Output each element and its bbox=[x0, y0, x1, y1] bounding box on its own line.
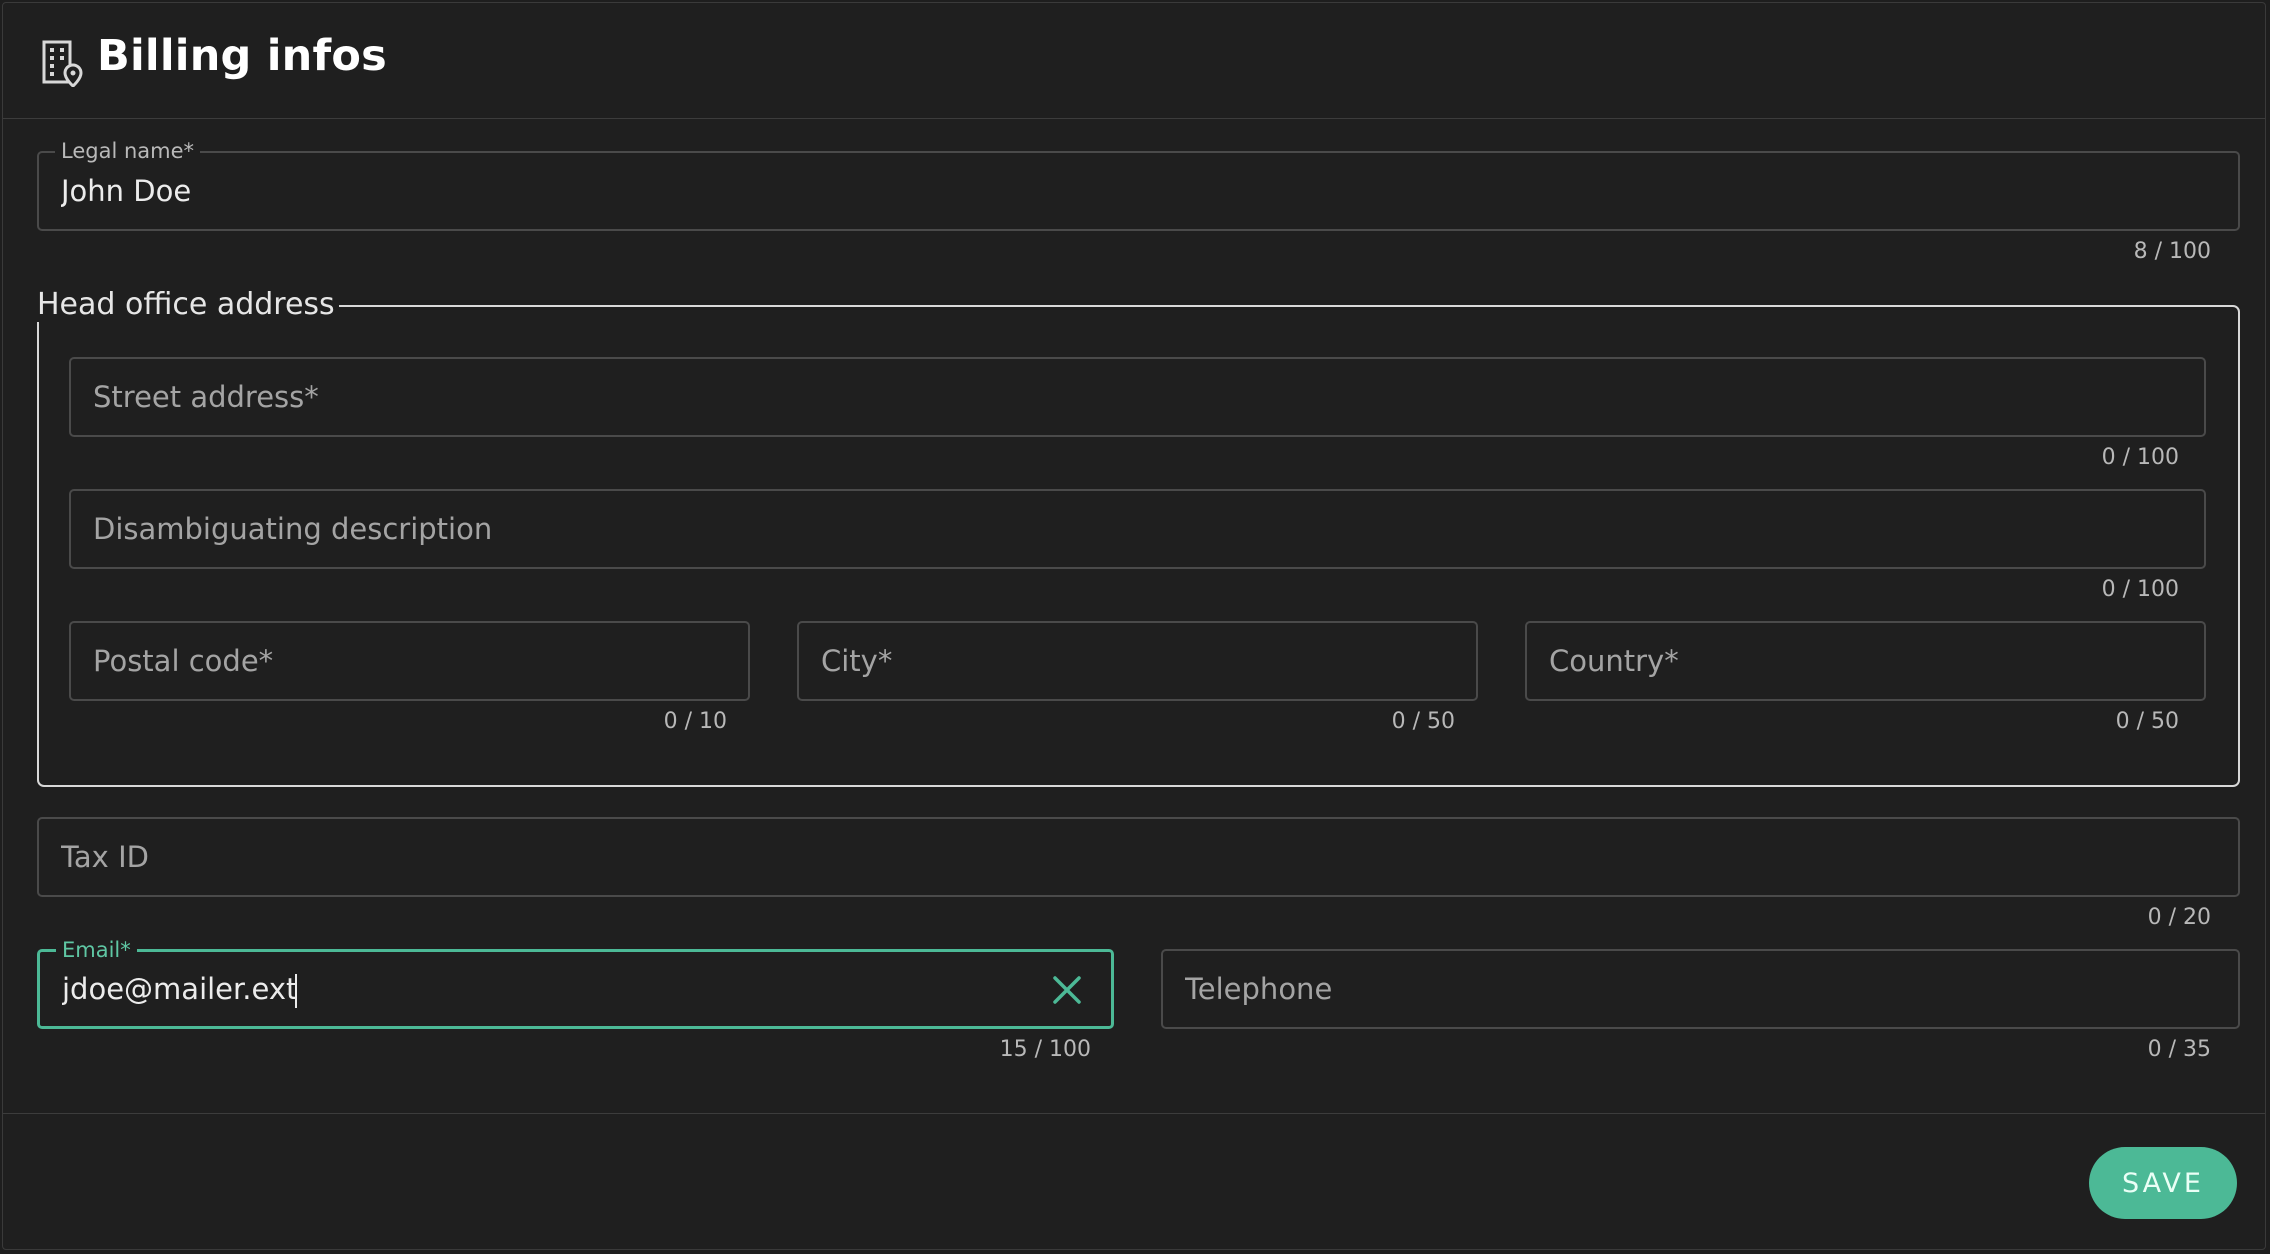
city-field[interactable] bbox=[797, 621, 1478, 701]
head-office-address-legend: Head office address bbox=[33, 288, 339, 322]
close-icon[interactable] bbox=[1049, 972, 1085, 1008]
tax-id-input[interactable] bbox=[61, 819, 2216, 895]
country-field[interactable] bbox=[1525, 621, 2206, 701]
country-counter: 0 / 50 bbox=[2115, 709, 2179, 734]
tax-id-counter: 0 / 20 bbox=[2147, 905, 2211, 930]
email-input[interactable] bbox=[62, 952, 1089, 1026]
page-title: Billing infos bbox=[97, 31, 387, 81]
street-address-input[interactable] bbox=[93, 359, 2182, 435]
disambiguating-description-input[interactable] bbox=[93, 491, 2182, 567]
email-field[interactable]: Email* bbox=[37, 937, 1114, 1029]
postal-code-field[interactable] bbox=[69, 621, 750, 701]
email-counter: 15 / 100 bbox=[999, 1037, 1091, 1062]
street-address-field[interactable] bbox=[69, 357, 2206, 437]
city-input[interactable] bbox=[821, 623, 1454, 699]
disambiguating-description-counter: 0 / 100 bbox=[2101, 577, 2179, 602]
postal-code-counter: 0 / 10 bbox=[663, 709, 727, 734]
legal-name-input[interactable] bbox=[61, 153, 2216, 229]
telephone-counter: 0 / 35 bbox=[2147, 1037, 2211, 1062]
country-input[interactable] bbox=[1549, 623, 2182, 699]
card-header: Billing infos bbox=[3, 3, 2265, 119]
legal-name-field[interactable]: Legal name* bbox=[37, 138, 2240, 231]
billing-card: Billing infos Legal name* 8 / 100 Head o… bbox=[2, 2, 2266, 1250]
postal-code-input[interactable] bbox=[93, 623, 726, 699]
city-counter: 0 / 50 bbox=[1391, 709, 1455, 734]
street-address-counter: 0 / 100 bbox=[2101, 445, 2179, 470]
footer-divider bbox=[3, 1113, 2265, 1114]
text-caret bbox=[295, 974, 297, 1008]
disambiguating-description-field[interactable] bbox=[69, 489, 2206, 569]
telephone-field[interactable] bbox=[1161, 949, 2240, 1029]
tax-id-field[interactable] bbox=[37, 817, 2240, 897]
legal-name-counter: 8 / 100 bbox=[2133, 239, 2211, 264]
save-button[interactable]: SAVE bbox=[2089, 1147, 2237, 1219]
telephone-input[interactable] bbox=[1185, 951, 2216, 1027]
building-location-icon bbox=[42, 40, 83, 87]
